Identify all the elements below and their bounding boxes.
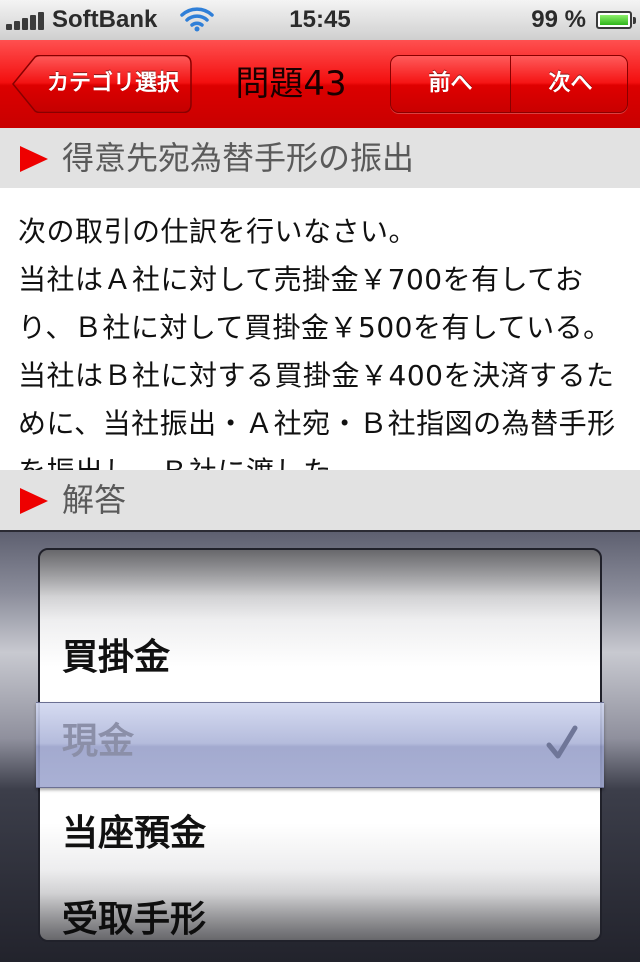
picker-selection-indicator[interactable]: 現金 bbox=[36, 702, 604, 788]
page-title: 問題43 bbox=[235, 64, 347, 104]
picker-item[interactable]: 受取手形 bbox=[62, 890, 206, 940]
back-button-label: カテゴリ選択 bbox=[46, 71, 179, 96]
question-section-header: 得意先宛為替手形の振出 bbox=[0, 128, 640, 189]
checkmark-icon bbox=[546, 725, 578, 759]
status-bar: SoftBank 15:45 99 % bbox=[0, 0, 640, 41]
prev-next-segmented-control: 前へ 次へ bbox=[390, 55, 628, 113]
answer-section-title: 解答 bbox=[62, 481, 127, 519]
question-section-title: 得意先宛為替手形の振出 bbox=[62, 139, 415, 177]
question-text: 次の取引の仕訳を行いなさい。 当社はＡ社に対して売掛金￥700を有しており、Ｂ社… bbox=[18, 215, 616, 470]
battery-icon bbox=[596, 11, 636, 29]
question-text-area[interactable]: 次の取引の仕訳を行いなさい。 当社はＡ社に対して売掛金￥700を有しており、Ｂ社… bbox=[0, 188, 640, 470]
next-button[interactable]: 次へ bbox=[511, 56, 627, 112]
navigation-bar: カテゴリ選択 問題43 前へ 次へ bbox=[0, 40, 640, 129]
prev-button[interactable]: 前へ bbox=[391, 56, 511, 112]
picker-item[interactable]: 当座預金 bbox=[62, 804, 206, 856]
picker-selected-item: 現金 bbox=[62, 721, 135, 762]
picker-item[interactable]: 買掛金 bbox=[62, 628, 170, 680]
battery-percent: 99 % bbox=[531, 6, 586, 33]
play-arrow-icon bbox=[20, 488, 48, 514]
answer-section-header: 解答 bbox=[0, 470, 640, 531]
play-arrow-icon bbox=[20, 146, 48, 172]
back-button[interactable]: カテゴリ選択 bbox=[12, 55, 192, 113]
